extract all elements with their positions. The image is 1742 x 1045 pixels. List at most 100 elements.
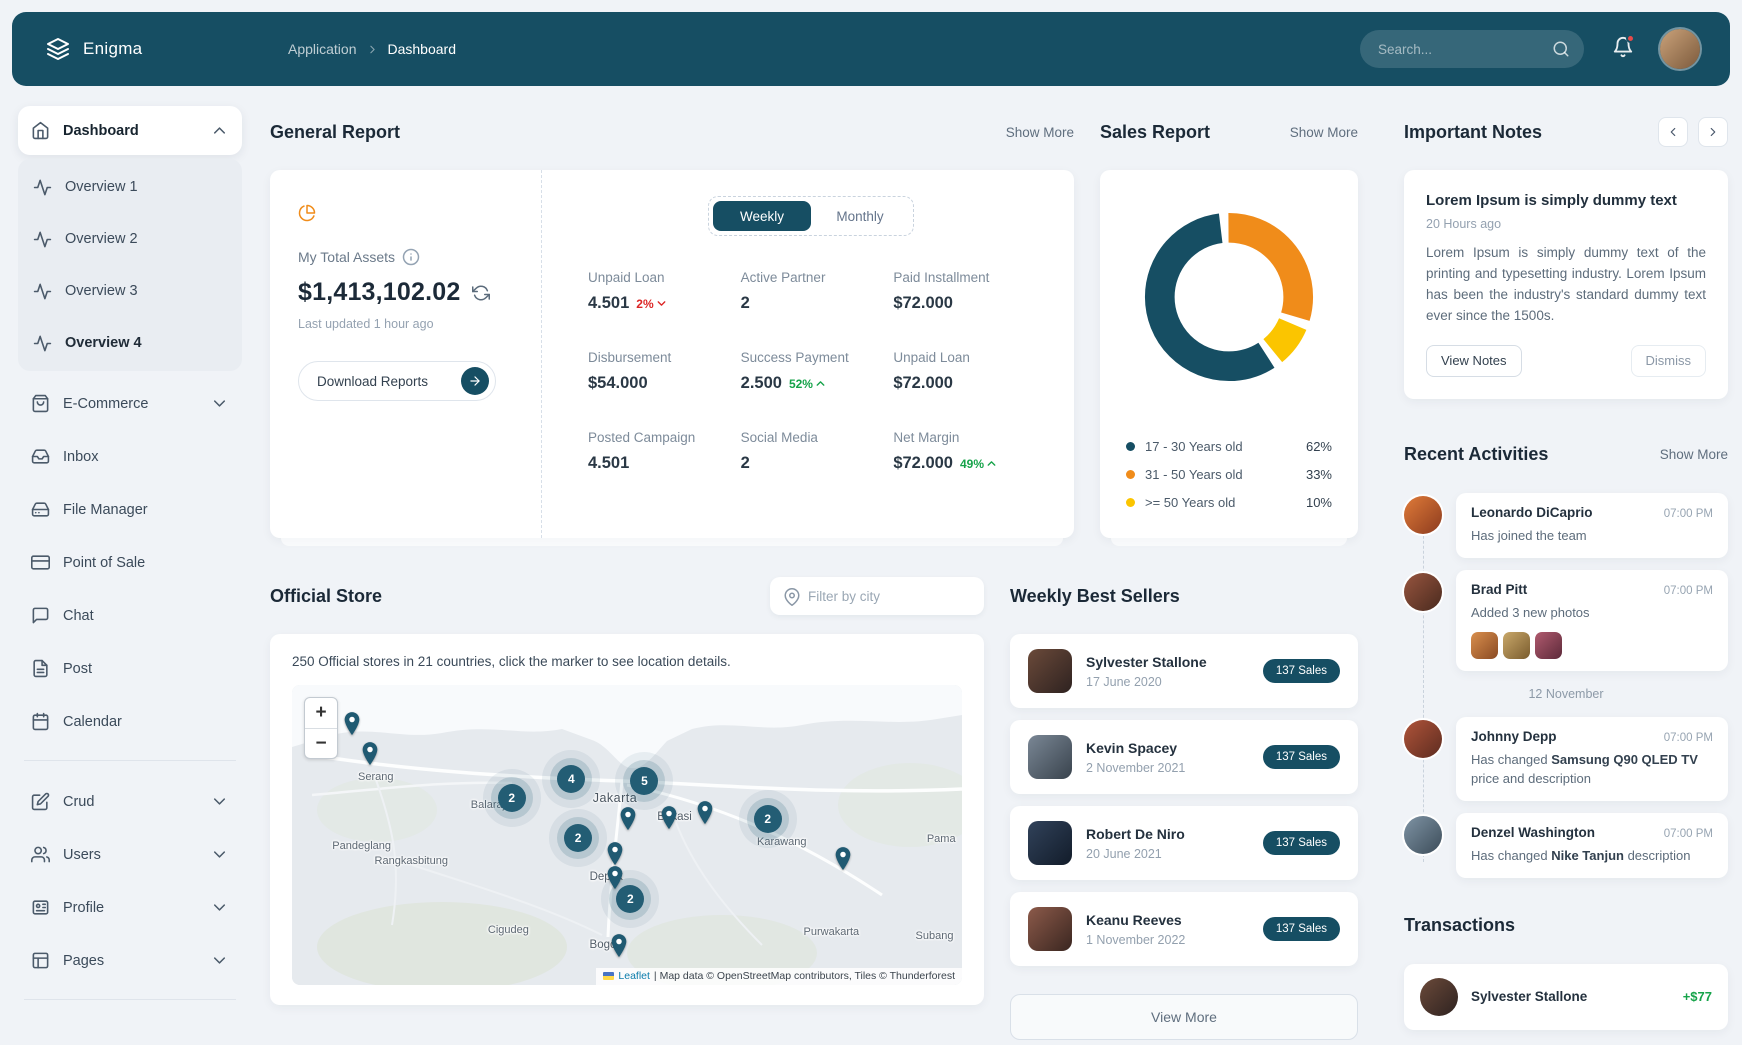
sidebar-item-overview-1[interactable]: Overview 1 xyxy=(20,161,240,213)
photo-thumbnail[interactable] xyxy=(1503,632,1530,659)
chevron-down-icon xyxy=(210,792,229,811)
map-cluster-marker[interactable]: 2 xyxy=(564,824,592,852)
map-pin-marker[interactable] xyxy=(359,741,381,767)
general-report-show-more[interactable]: Show More xyxy=(1006,125,1074,140)
general-report-title: General Report xyxy=(270,122,400,143)
credit-card-icon xyxy=(31,553,50,572)
sales-donut-chart[interactable] xyxy=(1140,208,1318,386)
map-city-label: Karawang xyxy=(757,836,807,848)
photo-thumbnail[interactable] xyxy=(1471,632,1498,659)
best-seller-row[interactable]: Keanu Reeves 1 November 2022 137 Sales xyxy=(1010,892,1358,966)
legend-row: 17 - 30 Years old 62% xyxy=(1126,439,1332,454)
attribution-text: | Map data © OpenStreetMap contributors,… xyxy=(654,970,955,982)
sidebar-item-pages[interactable]: Pages xyxy=(18,936,242,985)
leaflet-link[interactable]: Leaflet xyxy=(618,970,650,982)
notifications-button[interactable] xyxy=(1612,36,1634,63)
sidebar-item-inbox[interactable]: Inbox xyxy=(18,432,242,481)
stat-paid-installment: Paid Installment $72.000 xyxy=(893,270,1034,313)
sidebar-item-calendar[interactable]: Calendar xyxy=(18,697,242,746)
avatar[interactable] xyxy=(1404,496,1442,534)
refresh-icon[interactable] xyxy=(472,284,490,302)
important-note-card: Lorem Ipsum is simply dummy text 20 Hour… xyxy=(1404,170,1728,399)
sidebar-item-users[interactable]: Users xyxy=(18,830,242,879)
avatar[interactable] xyxy=(1404,573,1442,611)
search-input[interactable] xyxy=(1360,30,1584,68)
sidebar-item-chat[interactable]: Chat xyxy=(18,591,242,640)
best-sellers-title: Weekly Best Sellers xyxy=(1010,586,1180,607)
ukraine-flag-icon xyxy=(603,972,614,980)
stat-unpaid-loan-2: Unpaid Loan $72.000 xyxy=(893,350,1034,393)
store-map[interactable]: Serang Balaraja Jakarta Bekasi Karawang … xyxy=(292,685,962,985)
search-icon[interactable] xyxy=(1552,40,1570,58)
map-pin-marker[interactable] xyxy=(608,933,630,959)
sidebar-item-file-manager[interactable]: File Manager xyxy=(18,485,242,534)
sales-report-show-more[interactable]: Show More xyxy=(1290,125,1358,140)
best-seller-row[interactable]: Robert De Niro 20 June 2021 137 Sales xyxy=(1010,806,1358,880)
avatar[interactable] xyxy=(1404,816,1442,854)
transaction-row[interactable]: Sylvester Stallone +$77 xyxy=(1404,964,1728,1030)
avatar[interactable] xyxy=(1404,720,1442,758)
map-pin-marker[interactable] xyxy=(832,846,854,872)
map-cluster-marker[interactable]: 2 xyxy=(754,805,782,833)
view-notes-button[interactable]: View Notes xyxy=(1426,345,1522,377)
photo-thumbnail[interactable] xyxy=(1535,632,1562,659)
map-cluster-marker[interactable]: 5 xyxy=(630,767,658,795)
sales-report-title: Sales Report xyxy=(1100,122,1210,143)
breadcrumb-parent[interactable]: Application xyxy=(288,41,357,57)
breadcrumb-current[interactable]: Dashboard xyxy=(388,41,457,57)
notes-prev-button[interactable] xyxy=(1658,117,1688,147)
map-pin-marker[interactable] xyxy=(604,841,626,867)
stats-grid: Unpaid Loan 4.501 2% Active Partner 2 xyxy=(588,270,1034,473)
search xyxy=(1360,30,1584,68)
sidebar-item-ecommerce[interactable]: E-Commerce xyxy=(18,379,242,428)
info-icon[interactable] xyxy=(402,248,420,266)
city-filter xyxy=(770,577,984,615)
recent-activities-title: Recent Activities xyxy=(1404,444,1548,465)
legend-row: 31 - 50 Years old 33% xyxy=(1126,467,1332,482)
important-notes-title: Important Notes xyxy=(1404,122,1542,143)
map-cluster-marker[interactable]: 2 xyxy=(498,784,526,812)
edit-icon xyxy=(31,792,50,811)
sidebar-item-overview-3[interactable]: Overview 3 xyxy=(20,265,240,317)
app-logo[interactable]: Enigma xyxy=(46,37,274,61)
sidebar-item-overview-2[interactable]: Overview 2 xyxy=(20,213,240,265)
filter-by-city-input[interactable] xyxy=(770,577,984,615)
map-pin-marker[interactable] xyxy=(604,865,626,891)
sidebar-item-crud[interactable]: Crud xyxy=(18,777,242,826)
map-pin-marker[interactable] xyxy=(658,805,680,831)
monthly-tab[interactable]: Monthly xyxy=(811,201,909,231)
seller-photo xyxy=(1028,821,1072,865)
activities-show-more[interactable]: Show More xyxy=(1660,447,1728,462)
sales-count-badge: 137 Sales xyxy=(1263,745,1340,769)
map-pin-marker[interactable] xyxy=(617,806,639,832)
chevron-right-icon xyxy=(1706,125,1720,139)
user-avatar[interactable] xyxy=(1660,29,1700,69)
sidebar-dashboard-submenu: Overview 1 Overview 2 Overview 3 Overvie… xyxy=(18,159,242,371)
map-attribution: Leaflet | Map data © OpenStreetMap contr… xyxy=(596,968,962,985)
message-icon xyxy=(31,606,50,625)
seller-photo xyxy=(1028,735,1072,779)
notes-next-button[interactable] xyxy=(1698,117,1728,147)
card-stack-decoration xyxy=(281,538,1063,546)
view-more-button[interactable]: View More xyxy=(1010,994,1358,1040)
best-seller-row[interactable]: Sylvester Stallone 17 June 2020 137 Sale… xyxy=(1010,634,1358,708)
weekly-tab[interactable]: Weekly xyxy=(713,201,811,231)
zoom-in-button[interactable]: + xyxy=(305,698,337,728)
map-pin-marker[interactable] xyxy=(694,800,716,826)
map-cluster-marker[interactable]: 4 xyxy=(557,765,585,793)
sidebar-item-point-of-sale[interactable]: Point of Sale xyxy=(18,538,242,587)
sidebar-item-dashboard[interactable]: Dashboard xyxy=(18,106,242,155)
inbox-icon xyxy=(31,447,50,466)
sidebar-item-profile[interactable]: Profile xyxy=(18,883,242,932)
zoom-out-button[interactable]: − xyxy=(305,728,337,758)
sidebar-item-post[interactable]: Post xyxy=(18,644,242,693)
legend-dot xyxy=(1126,442,1135,451)
trend-up-icon xyxy=(814,377,827,390)
pie-chart-icon xyxy=(298,204,316,222)
dismiss-button[interactable]: Dismiss xyxy=(1631,345,1707,377)
sales-legend: 17 - 30 Years old 62% 31 - 50 Years old … xyxy=(1122,439,1336,512)
download-reports-button[interactable]: Download Reports xyxy=(298,361,496,401)
sidebar-item-overview-4[interactable]: Overview 4 xyxy=(20,317,240,369)
map-pin-marker[interactable] xyxy=(341,711,363,737)
best-seller-row[interactable]: Kevin Spacey 2 November 2021 137 Sales xyxy=(1010,720,1358,794)
